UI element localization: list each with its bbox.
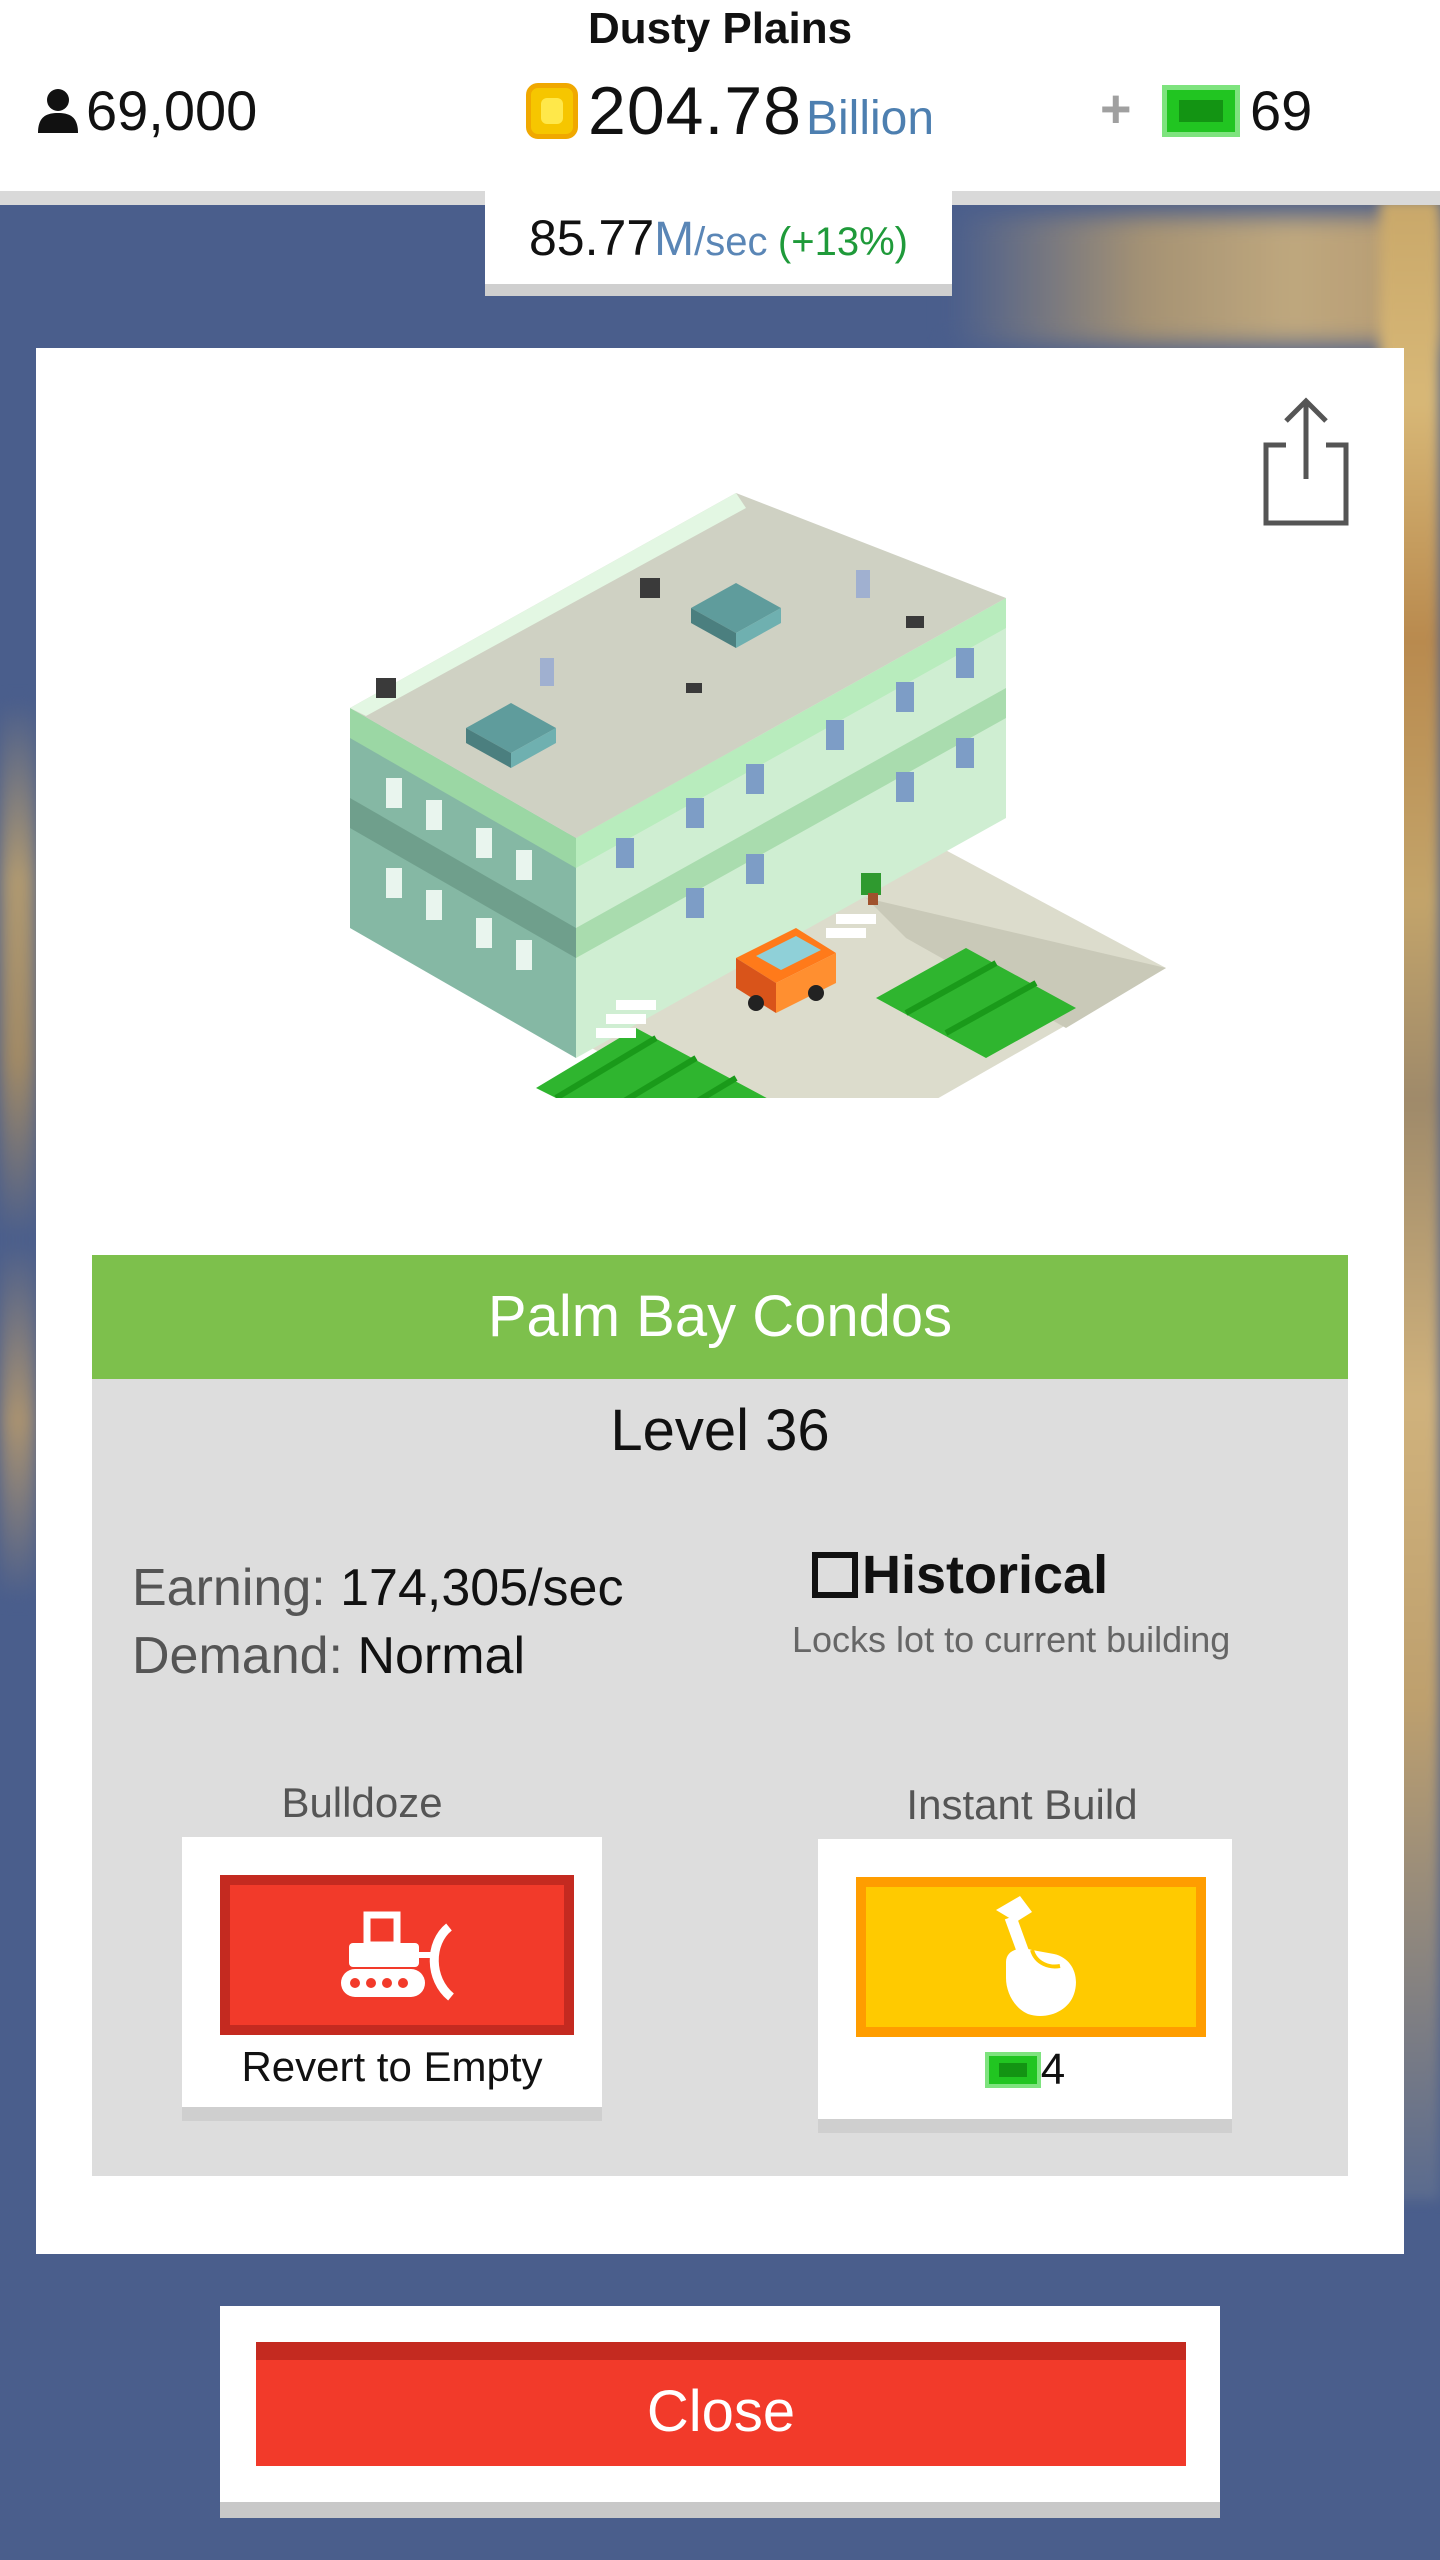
earning-label: Earning:	[132, 1559, 326, 1617]
building-level: Level 36	[610, 1398, 830, 1463]
building-illustration	[350, 493, 1166, 1098]
hammer-hand-icon	[996, 1896, 1076, 2016]
rate-per: /sec	[694, 220, 768, 264]
historical-description: Locks lot to current building	[792, 1619, 1231, 1660]
earning-value: 174,305/sec	[340, 1559, 624, 1617]
coin-icon	[526, 83, 578, 139]
money-unit: Billion	[805, 92, 935, 145]
population-display: 69,000	[36, 78, 257, 143]
close-card: Close	[220, 2306, 1220, 2518]
instant-build-cost-value: 4	[1040, 2045, 1066, 2094]
cash-icon	[1162, 84, 1240, 137]
instant-build-card: 4	[818, 1839, 1232, 2133]
money-value: 204.78	[588, 73, 802, 149]
population-value: 69,000	[86, 79, 258, 142]
money-display: 204.78 Billion	[526, 72, 934, 150]
historical-toggle[interactable]: Historical	[812, 1544, 1108, 1606]
cash-display[interactable]: 69	[1162, 78, 1312, 143]
rate-bonus: (+13%)	[777, 220, 908, 264]
rate-value: 85.77	[529, 210, 655, 266]
building-stats: Earning: 174,305/sec Demand: Normal	[132, 1554, 623, 1690]
instant-build-button[interactable]	[856, 1877, 1206, 2037]
instant-build-cost: 4	[818, 2045, 1232, 2095]
revert-to-empty-text: Revert to Empty	[241, 2043, 543, 2090]
bulldoze-button[interactable]	[220, 1875, 574, 2035]
historical-checkbox[interactable]	[812, 1552, 858, 1598]
background-world-left	[0, 700, 36, 1600]
bulldoze-label: Bulldoze	[281, 1779, 443, 1826]
historical-label: Historical	[862, 1545, 1109, 1605]
rate-unit: M	[654, 213, 695, 266]
top-bar: Dusty Plains 69,000 204.78 Billion + 69	[0, 0, 1440, 205]
instant-build-label: Instant Build	[906, 1781, 1138, 1828]
bulldozer-icon	[341, 1911, 455, 2001]
share-button[interactable]	[1246, 393, 1366, 533]
person-icon	[38, 88, 78, 133]
cash-icon	[984, 2052, 1041, 2088]
background-world-top	[950, 215, 1440, 345]
buy-cash-plus-icon[interactable]: +	[1100, 78, 1132, 140]
demand-row: Demand: Normal	[132, 1622, 623, 1690]
close-button[interactable]: Close	[256, 2342, 1186, 2466]
demand-label: Demand:	[132, 1627, 343, 1685]
demand-value: Normal	[357, 1627, 526, 1685]
building-details: Level 36 Earning: 174,305/sec Demand: No…	[92, 1379, 1348, 2176]
income-rate-tab: 85.77M/sec (+13%)	[485, 191, 952, 296]
city-name: Dusty Plains	[587, 4, 853, 53]
building-name-bar: Palm Bay Condos	[92, 1255, 1348, 1379]
cash-value: 69	[1250, 79, 1313, 142]
earning-row: Earning: 174,305/sec	[132, 1554, 623, 1622]
bulldoze-card: Revert to Empty	[182, 1837, 602, 2121]
share-icon	[1263, 397, 1349, 526]
